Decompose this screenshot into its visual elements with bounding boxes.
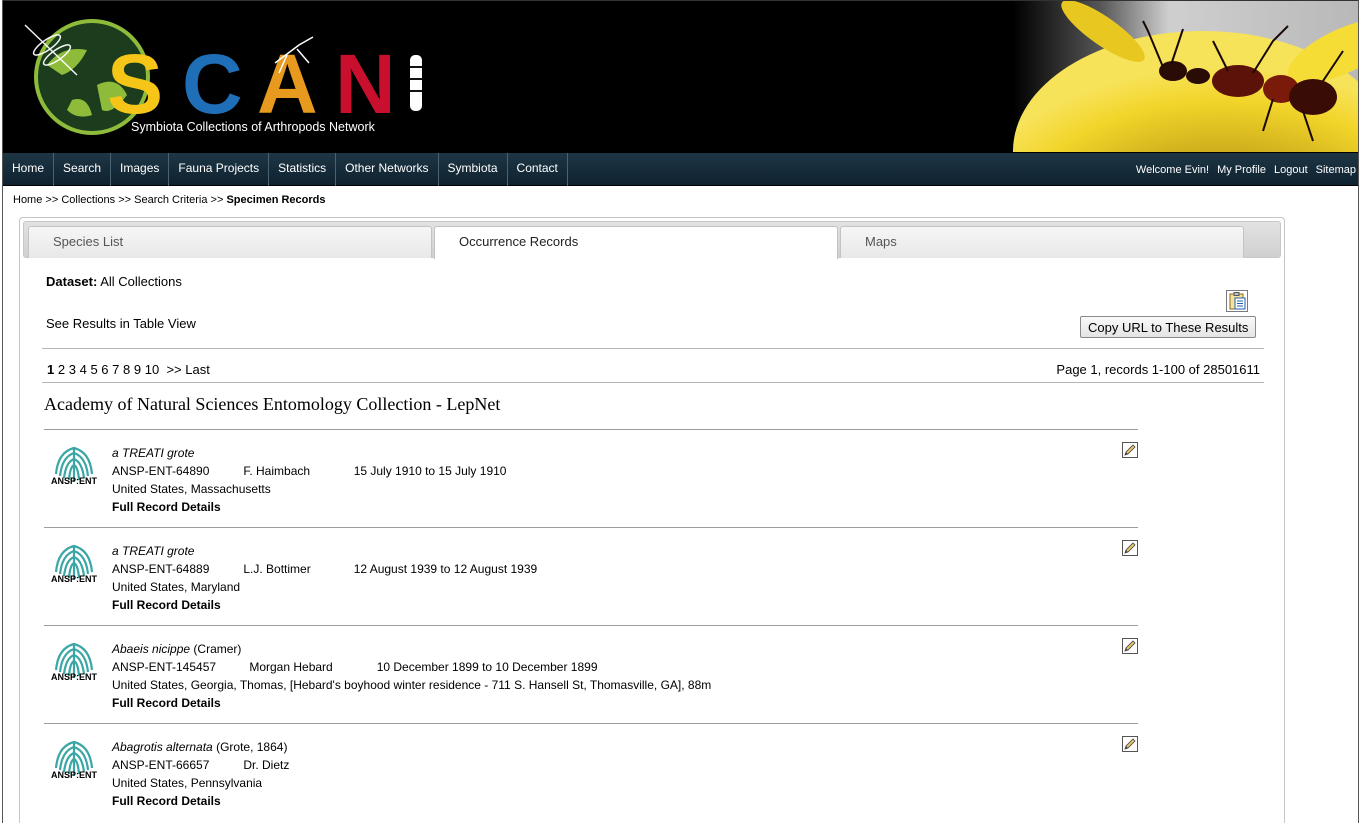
collection-code: ANSP:ENT <box>50 672 97 682</box>
locality: United States, Pennsylvania <box>112 776 263 790</box>
edit-pencil-icon[interactable] <box>1122 638 1138 654</box>
breadcrumb: Home >> Collections >> Search Criteria >… <box>13 194 326 206</box>
edit-pencil-icon[interactable] <box>1122 540 1138 556</box>
catalog-number: ANSP-ENT-145457 <box>112 660 217 674</box>
scientific-name: a TREATI grote <box>112 544 195 558</box>
logo-subtitle: Symbiota Collections of Arthropods Netwo… <box>131 120 376 134</box>
edit-pencil-icon[interactable] <box>1122 442 1138 458</box>
full-record-link[interactable]: Full Record Details <box>112 596 537 614</box>
copy-url-button[interactable]: Copy URL to These Results <box>1080 316 1257 338</box>
author: (Cramer) <box>193 642 242 656</box>
nav-fauna-projects[interactable]: Fauna Projects <box>169 153 270 186</box>
tab-occurrence-records[interactable]: Occurrence Records <box>434 226 838 259</box>
locality: United States, Maryland <box>112 580 241 594</box>
author: (Grote, 1864) <box>216 740 288 754</box>
locality: United States, Georgia, Thomas, [Hebard'… <box>112 678 712 692</box>
clipboard-icon[interactable] <box>1226 290 1248 312</box>
logout-link[interactable]: Logout <box>1274 164 1308 176</box>
scientific-name: Abagrotis alternata <box>112 740 213 754</box>
breadcrumb-collections[interactable]: Collections <box>61 194 115 206</box>
last-page-link[interactable]: Last <box>185 362 210 377</box>
page-info: Page 1, records 1-100 of 28501611 <box>1056 362 1260 377</box>
collector: Morgan Hebard <box>249 660 333 674</box>
full-record-link[interactable]: Full Record Details <box>112 694 711 712</box>
collector: F. Haimbach <box>243 464 311 478</box>
divider <box>42 348 1264 349</box>
page-link[interactable]: 9 <box>134 362 141 377</box>
svg-text:N: N <box>335 37 396 131</box>
collection-code: ANSP:ENT <box>50 476 97 486</box>
page-link[interactable]: 2 <box>58 362 65 377</box>
page-link[interactable]: 10 <box>145 362 159 377</box>
nav-other-networks[interactable]: Other Networks <box>336 153 439 186</box>
page-link[interactable]: 3 <box>69 362 76 377</box>
event-date: 10 December 1899 to 10 December 1899 <box>376 660 598 674</box>
dataset-value: All Collections <box>100 274 182 289</box>
catalog-number: ANSP-ENT-64890 <box>112 464 210 478</box>
nav-search[interactable]: Search <box>54 153 112 186</box>
pagination: 1 2 3 4 5 6 7 8 9 10 >> Last <box>47 362 210 377</box>
breadcrumb-current: Specimen Records <box>226 194 326 206</box>
nav-home[interactable]: Home <box>3 153 55 186</box>
scan-logo: S C A N Symbiota Collections of Arthropo… <box>24 19 422 135</box>
collection-code: ANSP:ENT <box>50 770 97 780</box>
main-nav: Home Search Images Fauna Projects Statis… <box>3 152 1358 186</box>
page-link[interactable]: 5 <box>90 362 97 377</box>
full-record-link[interactable]: Full Record Details <box>112 792 354 810</box>
edit-pencil-icon[interactable] <box>1122 736 1138 752</box>
collection-code: ANSP:ENT <box>50 574 97 584</box>
breadcrumb-separator: >> <box>118 194 132 206</box>
page-link[interactable]: 6 <box>101 362 108 377</box>
tab-maps[interactable]: Maps <box>840 226 1244 258</box>
banner-ant-flower-photo <box>1013 1 1358 152</box>
page-link[interactable]: 4 <box>80 362 87 377</box>
sitemap-link[interactable]: Sitemap <box>1316 164 1356 176</box>
record-item: ANSP:ENT a TREATI grote ANSP-ENT-64890 F… <box>44 429 1138 527</box>
results-tab-panel: Species List Occurrence Records Maps Dat… <box>19 217 1285 823</box>
locality: United States, Massachusetts <box>112 482 271 496</box>
tab-strip: Species List Occurrence Records Maps <box>23 221 1281 259</box>
welcome-text: Welcome Evin! <box>1135 163 1210 176</box>
dataset-line: Dataset: All Collections <box>46 274 182 289</box>
collector: Dr. Dietz <box>243 758 290 772</box>
nav-statistics[interactable]: Statistics <box>269 153 337 186</box>
breadcrumb-home[interactable]: Home <box>13 194 42 206</box>
record-item: ANSP:ENT Abagrotis alternata (Grote, 186… <box>44 723 1138 821</box>
record-item: ANSP:ENT a TREATI grote ANSP-ENT-64889 L… <box>44 527 1138 625</box>
svg-text:C: C <box>182 37 243 131</box>
breadcrumb-search-criteria[interactable]: Search Criteria <box>134 194 207 206</box>
scientific-name: a TREATI grote <box>112 446 195 460</box>
collection-title: Academy of Natural Sciences Entomology C… <box>44 394 501 414</box>
tab-species-list[interactable]: Species List <box>28 226 432 258</box>
page-link[interactable]: 7 <box>112 362 119 377</box>
catalog-number: ANSP-ENT-66657 <box>112 758 210 772</box>
my-profile-link[interactable]: My Profile <box>1217 164 1266 176</box>
event-date: 12 August 1939 to 12 August 1939 <box>353 562 538 576</box>
table-view-link[interactable]: See Results in Table View <box>46 316 196 331</box>
event-date: 15 July 1910 to 15 July 1910 <box>353 464 507 478</box>
scientific-name: Abaeis nicippe <box>112 642 191 656</box>
page-link[interactable]: 8 <box>123 362 130 377</box>
divider <box>42 382 1264 383</box>
record-item: ANSP:ENT Abaeis nicippe (Cramer) ANSP-EN… <box>44 625 1138 723</box>
svg-text:S: S <box>107 37 163 131</box>
catalog-number: ANSP-ENT-64889 <box>112 562 210 576</box>
breadcrumb-separator: >> <box>210 194 224 206</box>
next-page-link[interactable]: >> <box>166 362 181 377</box>
dataset-label: Dataset: <box>46 274 98 289</box>
page-link-current: 1 <box>47 362 55 377</box>
collector: L.J. Bottimer <box>243 562 311 576</box>
nav-symbiota[interactable]: Symbiota <box>439 153 508 186</box>
nav-contact[interactable]: Contact <box>508 153 568 186</box>
page: S C A N Symbiota Collections of Arthropo… <box>2 0 1359 823</box>
full-record-link[interactable]: Full Record Details <box>112 498 506 516</box>
breadcrumb-separator: >> <box>45 194 59 206</box>
svg-text:A: A <box>257 37 318 131</box>
site-banner: S C A N Symbiota Collections of Arthropo… <box>3 0 1358 152</box>
nav-images[interactable]: Images <box>111 153 170 186</box>
